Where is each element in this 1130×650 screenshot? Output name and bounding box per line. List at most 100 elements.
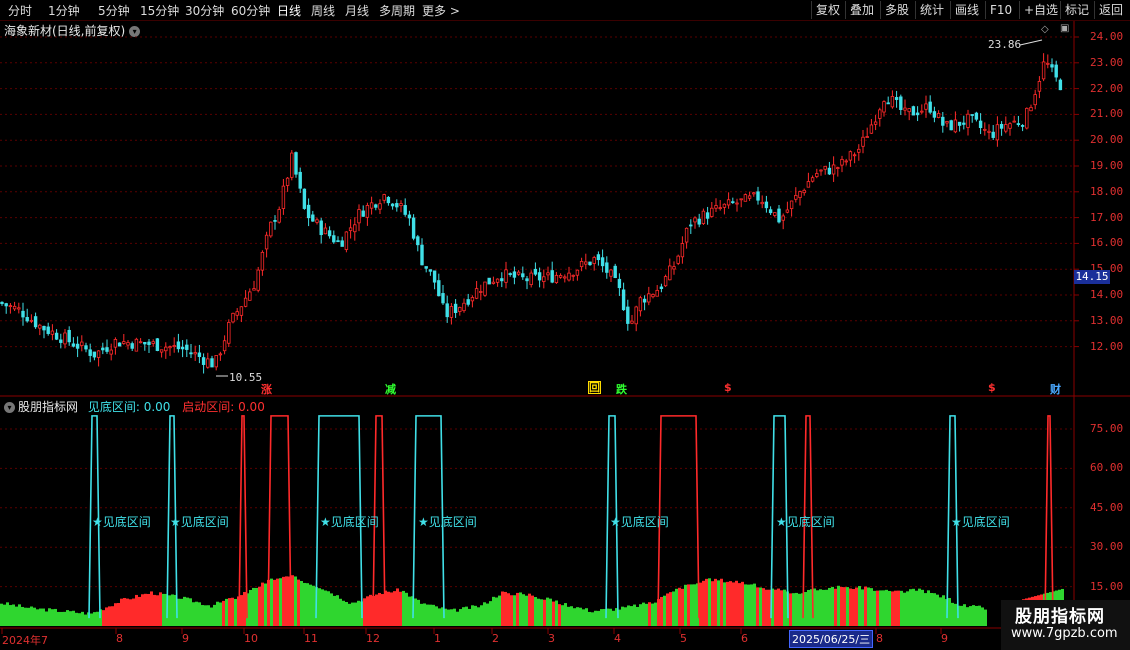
histogram-bar: [786, 591, 789, 626]
candle-body: [273, 220, 277, 222]
candle-body: [886, 102, 890, 105]
histogram-bar: [57, 611, 60, 626]
price-axis-label: 21.00: [1090, 107, 1124, 121]
f10-button[interactable]: F10: [985, 1, 1016, 19]
tab-60min[interactable]: 60分钟: [231, 2, 270, 19]
draw-line-button[interactable]: 画线: [950, 1, 983, 19]
tab-multi-period[interactable]: 多周期: [379, 2, 415, 19]
histogram-bar: [396, 588, 399, 626]
indicator-axis-label: 30.00: [1090, 540, 1124, 554]
candle-body: [857, 148, 861, 153]
candle-body: [0, 301, 4, 305]
candle-body: [96, 350, 101, 358]
histogram-bar: [822, 589, 825, 626]
tab-weekly[interactable]: 周线: [311, 2, 335, 19]
histogram-bar: [438, 608, 441, 626]
candle-body: [33, 316, 38, 328]
candle-body: [407, 214, 412, 219]
chevron-down-icon[interactable]: ▾: [4, 402, 15, 413]
histogram-bar: [429, 604, 432, 626]
add-watchlist-button[interactable]: +自选: [1019, 1, 1062, 19]
histogram-bar: [666, 593, 669, 626]
histogram-bar: [645, 603, 648, 626]
candle-body: [752, 192, 756, 195]
chevron-right-icon: >: [449, 4, 460, 18]
tab-more[interactable]: 更多 >: [422, 2, 460, 19]
candle-body: [159, 349, 164, 353]
date-axis-label: 9: [941, 632, 948, 645]
mark-button[interactable]: 标记: [1060, 1, 1093, 19]
tab-5min[interactable]: 5分钟: [98, 2, 130, 19]
tab-monthly[interactable]: 月线: [345, 2, 369, 19]
histogram-bar: [663, 595, 666, 626]
candle-body: [210, 358, 214, 368]
histogram-bar: [93, 612, 96, 626]
candle-body: [180, 346, 185, 350]
histogram-bar: [675, 588, 678, 626]
multi-stock-button[interactable]: 多股: [880, 1, 913, 19]
histogram-bar: [636, 606, 639, 626]
histogram-bar: [261, 582, 264, 626]
histogram-bar: [96, 611, 99, 626]
histogram-bar: [576, 607, 579, 626]
stats-button[interactable]: 统计: [915, 1, 948, 19]
histogram-bar: [780, 590, 783, 626]
histogram-bar: [720, 578, 723, 626]
histogram-bar: [555, 600, 558, 626]
tab-15min[interactable]: 15分钟: [140, 2, 179, 19]
candle-body: [936, 113, 941, 118]
chevron-down-icon[interactable]: ▾: [129, 26, 141, 37]
candle-body: [596, 254, 601, 261]
histogram-bar: [606, 608, 609, 626]
histogram-bar: [45, 611, 48, 626]
histogram-bar: [921, 589, 924, 626]
tab-1min[interactable]: 1分钟: [48, 2, 80, 19]
histogram-bar: [42, 608, 45, 626]
candle-body: [957, 121, 962, 126]
candle-body: [789, 200, 794, 210]
signal-cai: 财: [1050, 383, 1061, 396]
tab-fenshi[interactable]: 分时: [8, 2, 32, 19]
candle-body: [462, 302, 466, 312]
candle-body: [29, 319, 34, 322]
candle-body: [899, 96, 903, 110]
candle-body: [798, 191, 802, 198]
candle-body: [588, 261, 592, 266]
candle-body: [361, 210, 365, 217]
candle-body: [987, 130, 991, 133]
indicator-axis-label: 15.00: [1090, 579, 1124, 593]
tab-30min[interactable]: 30分钟: [185, 2, 224, 19]
histogram-bar: [708, 578, 711, 626]
diamond-icon[interactable]: ◇: [1041, 24, 1049, 35]
histogram-bar: [309, 584, 312, 626]
candle-body: [1058, 79, 1063, 91]
candle-body: [25, 317, 29, 322]
back-button[interactable]: 返回: [1094, 1, 1127, 19]
candle-body: [668, 265, 672, 281]
histogram-bar: [537, 598, 540, 626]
overlay-button[interactable]: 叠加: [845, 1, 878, 19]
fuquan-button[interactable]: 复权: [811, 1, 844, 19]
histogram-bar: [213, 604, 216, 626]
candle-body: [609, 269, 613, 277]
candle-body: [672, 266, 676, 270]
histogram-bar: [81, 611, 84, 626]
histogram-bar: [600, 609, 603, 626]
histogram-bar: [219, 602, 222, 626]
candle-body: [949, 120, 953, 131]
histogram-bar: [930, 592, 933, 626]
histogram-bar: [774, 589, 777, 626]
histogram-bar: [366, 596, 369, 626]
date-axis-label: 1: [434, 632, 441, 645]
histogram-bar: [411, 596, 414, 626]
tab-daily[interactable]: 日线: [277, 2, 301, 19]
histogram-bar: [24, 607, 27, 626]
candle-body: [21, 310, 25, 318]
candle-body: [941, 116, 945, 126]
candle-body: [873, 121, 878, 125]
histogram-bar: [573, 608, 576, 626]
histogram-bar: [453, 608, 456, 626]
histogram-bar: [957, 605, 960, 626]
window-toggle-icon[interactable]: ▣: [1060, 23, 1069, 34]
histogram-bar: [783, 589, 786, 626]
